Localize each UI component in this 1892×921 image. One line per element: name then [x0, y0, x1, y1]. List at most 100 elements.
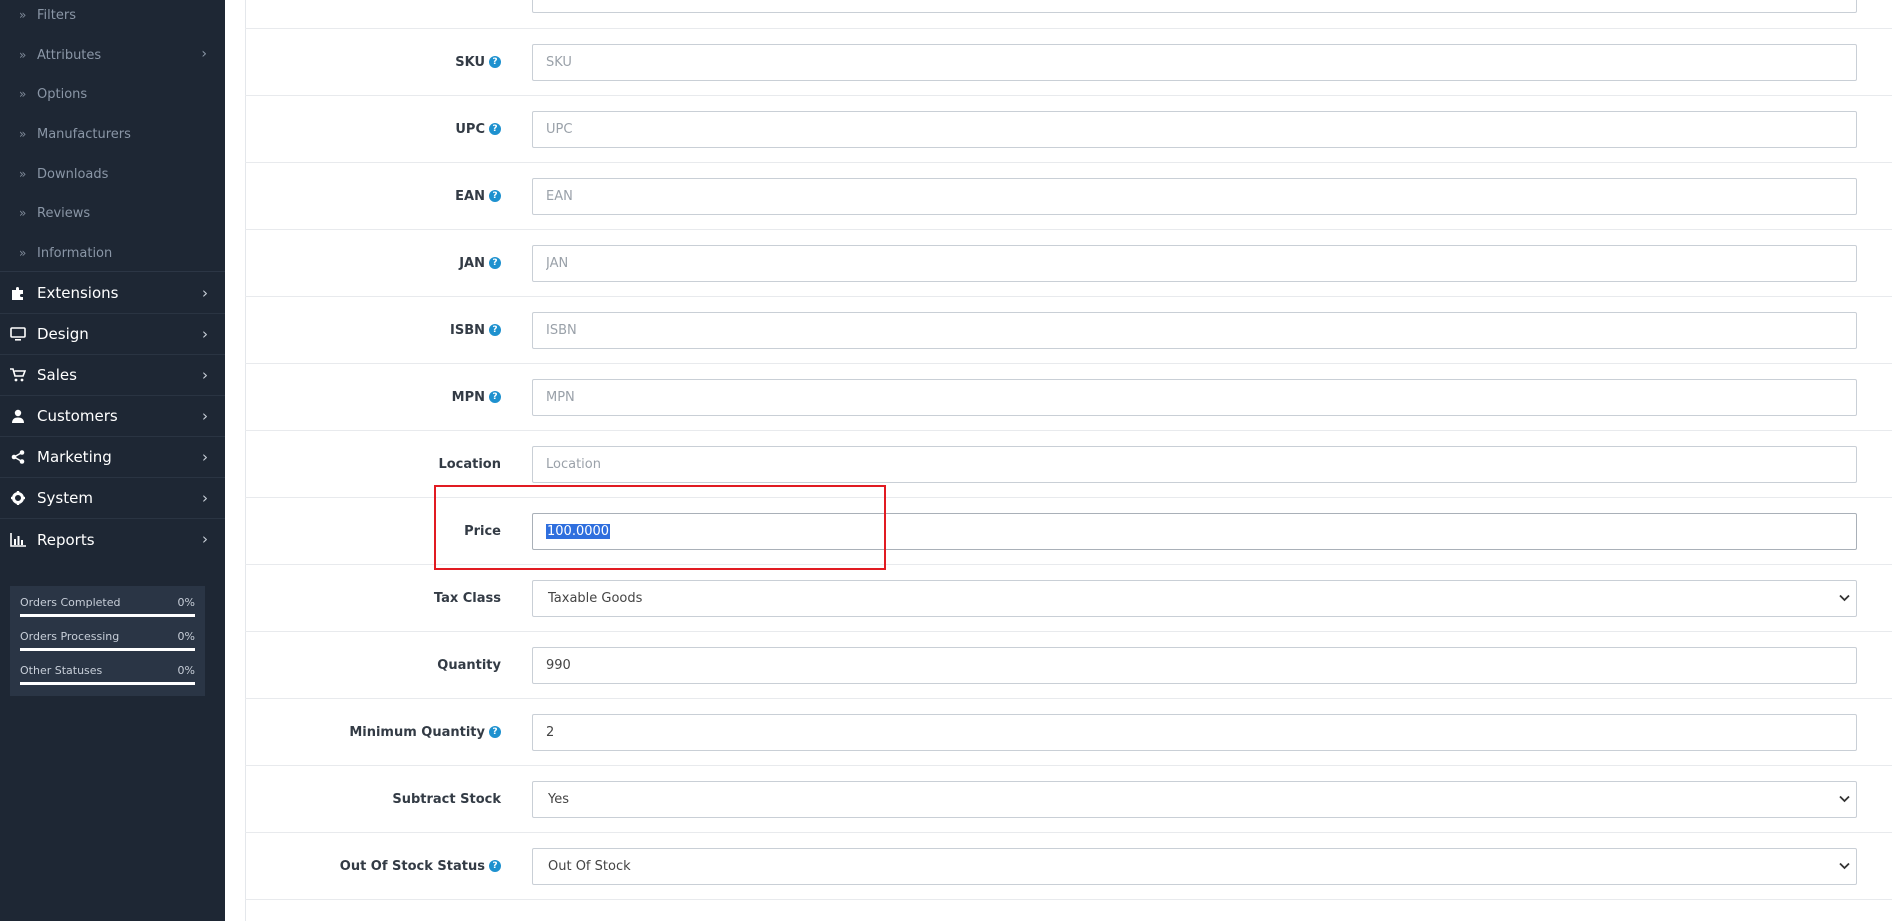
- sidebar: » Filters » Attributes › » Options » Man…: [0, 0, 225, 921]
- sidebar-item-customers[interactable]: Customers ›: [0, 396, 225, 437]
- stat-other-statuses: Other Statuses 0%: [20, 662, 195, 696]
- double-chevron-icon: »: [19, 127, 27, 141]
- sidebar-item-filters[interactable]: » Filters: [0, 0, 225, 35]
- double-chevron-icon: »: [19, 167, 27, 181]
- out-of-stock-status-label: Out Of Stock Status ?: [340, 856, 501, 876]
- mpn-label: MPN ?: [452, 387, 501, 407]
- chevron-right-icon: ›: [201, 46, 207, 62]
- sidebar-item-label: Marketing: [37, 448, 112, 466]
- sidebar-item-label: System: [37, 489, 93, 507]
- chevron-right-icon: ›: [202, 530, 208, 548]
- help-icon[interactable]: ?: [489, 123, 501, 135]
- sidebar-item-label: Information: [37, 245, 113, 261]
- out-of-stock-status-select[interactable]: Out Of Stock: [532, 848, 1857, 885]
- bar-chart-icon: [9, 532, 27, 548]
- double-chevron-icon: »: [19, 48, 27, 62]
- tax-class-value: Taxable Goods: [548, 591, 643, 606]
- sidebar-item-label: Attributes: [37, 47, 102, 63]
- sidebar-item-options[interactable]: » Options: [0, 74, 225, 114]
- chevron-right-icon: ›: [202, 366, 208, 384]
- sidebar-item-attributes[interactable]: » Attributes ›: [0, 35, 225, 75]
- price-value: 100.0000: [546, 524, 611, 539]
- sidebar-item-extensions[interactable]: Extensions ›: [0, 273, 225, 314]
- jan-label-text: JAN: [459, 255, 485, 271]
- chevron-right-icon: ›: [202, 284, 208, 302]
- row-divider: [245, 296, 1892, 297]
- location-label: Location: [438, 454, 501, 474]
- minimum-quantity-label-text: Minimum Quantity: [349, 724, 485, 740]
- user-icon: [9, 408, 27, 424]
- sidebar-item-information[interactable]: » Information: [0, 233, 225, 273]
- subtract-stock-value: Yes: [548, 792, 569, 807]
- minimum-quantity-label: Minimum Quantity ?: [349, 722, 501, 742]
- sidebar-item-design[interactable]: Design ›: [0, 314, 225, 355]
- upc-input[interactable]: [532, 111, 1857, 148]
- sidebar-item-marketing[interactable]: Marketing ›: [0, 437, 225, 478]
- help-icon[interactable]: ?: [489, 726, 501, 738]
- stat-label: Orders Processing: [20, 630, 120, 643]
- isbn-label-text: ISBN: [450, 322, 485, 338]
- sidebar-item-label: Filters: [37, 7, 76, 23]
- tax-class-select[interactable]: Taxable Goods: [532, 580, 1857, 617]
- help-icon[interactable]: ?: [489, 324, 501, 336]
- subtract-stock-label-text: Subtract Stock: [392, 791, 501, 807]
- row-divider: [245, 631, 1892, 632]
- row-divider: [245, 162, 1892, 163]
- row-divider: [245, 698, 1892, 699]
- subtract-stock-label: Subtract Stock: [392, 789, 501, 809]
- price-input[interactable]: 100.0000: [532, 513, 1857, 550]
- sidebar-item-reports[interactable]: Reports ›: [0, 519, 225, 560]
- row-divider: [245, 497, 1892, 498]
- tax-class-label-text: Tax Class: [433, 590, 501, 606]
- jan-input[interactable]: [532, 245, 1857, 282]
- mpn-input[interactable]: [532, 379, 1857, 416]
- out-of-stock-status-value: Out Of Stock: [548, 859, 631, 874]
- sidebar-item-system[interactable]: System ›: [0, 478, 225, 519]
- price-label: Price: [464, 521, 501, 541]
- row-divider: [245, 28, 1892, 29]
- help-icon[interactable]: ?: [489, 190, 501, 202]
- progress-bar: [20, 614, 195, 617]
- location-input[interactable]: [532, 446, 1857, 483]
- mpn-label-text: MPN: [451, 389, 485, 405]
- help-icon[interactable]: ?: [489, 56, 501, 68]
- minimum-quantity-input[interactable]: [532, 714, 1857, 751]
- quantity-label: Quantity: [437, 655, 501, 675]
- isbn-input[interactable]: [532, 312, 1857, 349]
- ean-input[interactable]: [532, 178, 1857, 215]
- chevron-right-icon: ›: [202, 448, 208, 466]
- ean-label-text: EAN: [455, 188, 485, 204]
- sku-label-text: SKU: [455, 54, 485, 70]
- chevron-right-icon: ›: [202, 489, 208, 507]
- chevron-right-icon: ›: [202, 325, 208, 343]
- subtract-stock-select[interactable]: Yes: [532, 781, 1857, 818]
- progress-bar: [20, 682, 195, 685]
- quantity-label-text: Quantity: [437, 657, 501, 673]
- sidebar-item-sales[interactable]: Sales ›: [0, 355, 225, 396]
- puzzle-icon: [9, 285, 27, 301]
- price-label-text: Price: [464, 523, 501, 539]
- sku-input[interactable]: [532, 44, 1857, 81]
- sidebar-item-reviews[interactable]: » Reviews: [0, 193, 225, 233]
- sidebar-item-downloads[interactable]: » Downloads: [0, 154, 225, 194]
- sidebar-item-label: Extensions: [37, 284, 119, 302]
- gear-icon: [9, 490, 27, 506]
- quantity-input[interactable]: [532, 647, 1857, 684]
- sidebar-item-label: Reports: [37, 530, 95, 549]
- sidebar-item-label: Sales: [37, 366, 77, 384]
- row-divider: [245, 363, 1892, 364]
- stat-orders-completed: Orders Completed 0%: [20, 594, 195, 628]
- help-icon[interactable]: ?: [489, 257, 501, 269]
- divider: [0, 271, 225, 272]
- row-divider: [245, 430, 1892, 431]
- sidebar-item-label: Design: [37, 325, 89, 343]
- sku-label: SKU ?: [455, 52, 501, 72]
- double-chevron-icon: »: [19, 8, 27, 22]
- help-icon[interactable]: ?: [489, 391, 501, 403]
- sidebar-item-manufacturers[interactable]: » Manufacturers: [0, 114, 225, 154]
- upc-label: UPC ?: [455, 119, 501, 139]
- text-input[interactable]: [532, 0, 1857, 13]
- help-icon[interactable]: ?: [489, 860, 501, 872]
- double-chevron-icon: »: [19, 246, 27, 260]
- stat-label: Orders Completed: [20, 596, 121, 609]
